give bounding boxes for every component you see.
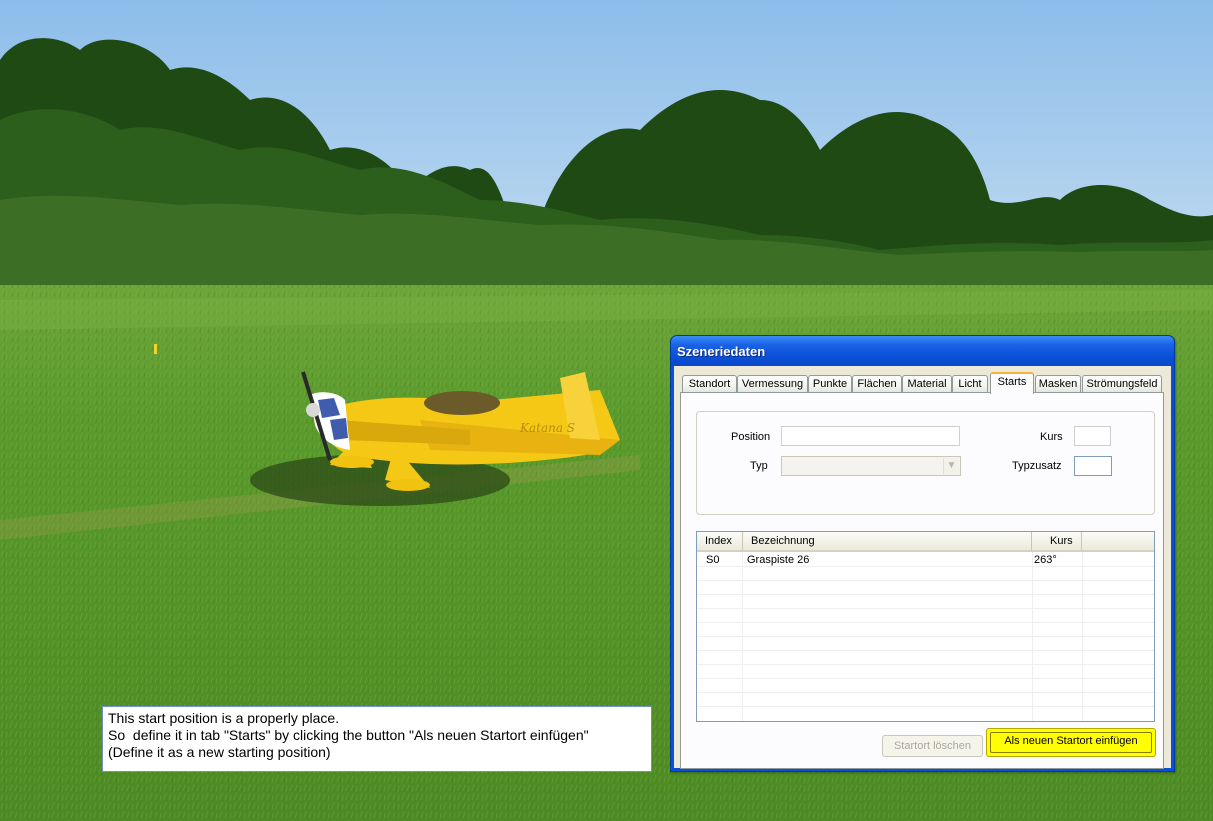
callout-line-1: This start position is a properly place. <box>108 710 340 726</box>
spinner <box>306 403 320 417</box>
tab-stroemungsfeld[interactable]: Strömungsfeld <box>1082 375 1162 393</box>
tab-masken[interactable]: Masken <box>1035 375 1081 393</box>
svg-text:Katana S: Katana S <box>519 421 575 435</box>
typzusatz-field[interactable] <box>1074 456 1112 476</box>
dialog-client-area: Standort Vermessung Punkte Flächen Mater… <box>674 366 1171 769</box>
column-header-kurs[interactable]: Kurs <box>1032 532 1082 552</box>
column-header-empty <box>1082 532 1154 552</box>
column-header-bezeichnung[interactable]: Bezeichnung <box>743 532 1032 552</box>
tab-starts[interactable]: Starts <box>990 372 1034 394</box>
als-neuen-startort-einfuegen-button[interactable]: Als neuen Startort einfügen <box>986 728 1156 757</box>
typ-combobox[interactable]: ▼ <box>781 456 961 476</box>
typ-label: Typ <box>750 460 768 472</box>
row-kurs: 263° <box>1034 554 1057 566</box>
starts-tab-panel: Position Typ ▼ Kurs Typzusatz Index Beze… <box>680 392 1164 769</box>
start-details-group: Position Typ ▼ Kurs Typzusatz <box>696 411 1155 515</box>
kurs-field[interactable] <box>1074 426 1111 446</box>
position-field[interactable] <box>781 426 960 446</box>
tab-flaechen[interactable]: Flächen <box>852 375 902 393</box>
dialog-title: Szeneriedaten <box>677 344 766 359</box>
tab-material[interactable]: Material <box>902 375 952 393</box>
tab-punkte[interactable]: Punkte <box>808 375 852 393</box>
canopy <box>424 391 500 415</box>
instruction-callout: This start position is a properly place.… <box>102 706 652 772</box>
position-label: Position <box>731 431 771 443</box>
starts-list[interactable]: Index Bezeichnung Kurs S0 Graspiste 26 2… <box>696 531 1155 722</box>
tab-licht[interactable]: Licht <box>952 375 988 393</box>
insert-button-label: Als neuen Startort einfügen <box>990 732 1152 753</box>
callout-line-2: So define it in tab "Starts" by clicking… <box>108 727 589 743</box>
typzusatz-label: Typzusatz <box>1012 460 1062 472</box>
szeneriedaten-dialog: Szeneriedaten Standort Vermessung Punkte… <box>670 335 1175 772</box>
startort-loeschen-button[interactable]: Startort löschen <box>882 735 983 757</box>
row-bezeichnung: Graspiste 26 <box>747 554 810 566</box>
row-index: S0 <box>706 554 720 566</box>
field-marker <box>154 344 157 354</box>
dialog-title-bar[interactable]: Szeneriedaten <box>671 336 1174 366</box>
column-header-index[interactable]: Index <box>697 532 743 552</box>
kurs-label: Kurs <box>1040 431 1063 443</box>
callout-line-3: (Define it as a new starting position) <box>108 744 331 760</box>
tab-vermessung[interactable]: Vermessung <box>737 375 808 393</box>
chevron-down-icon[interactable]: ▼ <box>943 458 959 474</box>
tab-standort[interactable]: Standort <box>682 375 737 393</box>
